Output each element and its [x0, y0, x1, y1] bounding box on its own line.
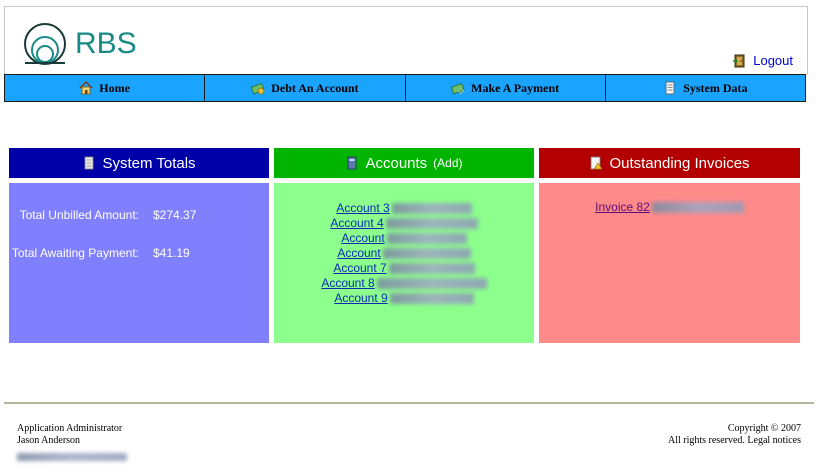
- rights-text: All rights reserved. Legal notices: [667, 435, 801, 446]
- totals-row-unbilled: Total Unbilled Amount: $274.37: [9, 208, 197, 222]
- redacted-text: [17, 453, 127, 461]
- account-link[interactable]: Account 3: [274, 201, 534, 216]
- footer-divider: [4, 402, 814, 404]
- accounts-body: Account 3 Account 4 Account Account Acco…: [274, 183, 534, 343]
- nav-system-data-label: System Data: [683, 80, 748, 95]
- logout-label[interactable]: Logout: [753, 53, 793, 68]
- logout-link[interactable]: Logout: [733, 53, 793, 68]
- account-link[interactable]: Account 7: [274, 261, 534, 276]
- document-icon: [665, 81, 675, 95]
- account-link[interactable]: Account: [274, 246, 534, 261]
- nav-debt-account-label: Debt An Account: [271, 80, 359, 95]
- logo-text: RBS: [75, 27, 137, 60]
- logo-rings-icon: [24, 23, 66, 65]
- copyright-text: Copyright © 2007: [727, 423, 801, 434]
- system-totals-body: Total Unbilled Amount: $274.37 Total Awa…: [9, 183, 269, 343]
- account-link[interactable]: Account 9: [274, 291, 534, 306]
- nav-system-data[interactable]: System Data: [606, 75, 805, 101]
- house-icon: [79, 81, 93, 95]
- user-name: Jason Anderson: [17, 435, 81, 446]
- money-plus-icon: [451, 82, 465, 95]
- header: RBS Logout: [4, 6, 808, 75]
- invoices-title: Outstanding Invoices: [609, 154, 750, 172]
- awaiting-value: $41.19: [153, 246, 190, 260]
- system-totals-header: System Totals: [9, 148, 269, 178]
- accounts-header: Accounts (Add): [274, 148, 534, 178]
- invoices-body: Invoice 82: [539, 183, 800, 343]
- main-nav: Home Debt An Account Make A Payment Syst…: [4, 74, 806, 102]
- account-link[interactable]: Account: [274, 231, 534, 246]
- totals-row-awaiting: Total Awaiting Payment: $41.19: [9, 246, 190, 260]
- nav-debt-account[interactable]: Debt An Account: [205, 75, 406, 101]
- account-link[interactable]: Account 8: [274, 276, 534, 291]
- nav-home-label: Home: [99, 80, 130, 95]
- invoices-header: Outstanding Invoices: [539, 148, 800, 178]
- user-role: Application Administrator: [17, 423, 123, 434]
- nav-make-payment-label: Make A Payment: [471, 80, 560, 95]
- account-link[interactable]: Account 4: [274, 216, 534, 231]
- footer-user-info: Application Administrator Jason Anderson: [17, 423, 127, 461]
- invoice-link[interactable]: Invoice 82: [539, 200, 800, 214]
- rbs-logo: RBS: [19, 19, 139, 69]
- unbilled-label: Total Unbilled Amount:: [19, 208, 139, 222]
- unbilled-value: $274.37: [153, 208, 197, 222]
- money-icon: [251, 82, 265, 95]
- system-totals-title: System Totals: [102, 154, 196, 172]
- awaiting-label: Total Awaiting Payment:: [11, 246, 139, 260]
- invoice-warning-icon: [591, 156, 604, 170]
- nav-home[interactable]: Home: [5, 75, 206, 101]
- database-icon: [85, 156, 94, 170]
- exit-door-icon: [733, 54, 745, 67]
- accounts-list: Account 3 Account 4 Account Account Acco…: [274, 201, 534, 306]
- accounts-title: Accounts: [365, 154, 428, 172]
- footer-copyright: Copyright © 2007 All rights reserved. Le…: [668, 423, 801, 447]
- accounts-add-link[interactable]: (Add): [433, 156, 462, 170]
- nav-make-payment[interactable]: Make A Payment: [406, 75, 606, 101]
- ledger-icon: [348, 156, 357, 170]
